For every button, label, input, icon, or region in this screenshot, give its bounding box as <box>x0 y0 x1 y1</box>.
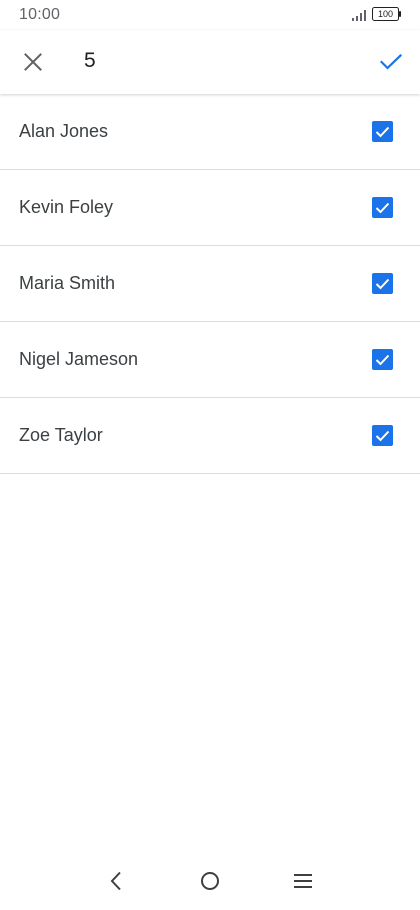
checkmark-icon <box>380 54 402 70</box>
checkbox[interactable] <box>372 197 393 218</box>
list-item[interactable]: Nigel Jameson <box>0 322 420 398</box>
home-icon <box>201 872 219 890</box>
close-button[interactable] <box>12 41 54 83</box>
check-icon <box>375 354 390 365</box>
contact-name: Alan Jones <box>19 121 109 141</box>
selected-count: 5 <box>84 49 96 72</box>
contact-name: Zoe Taylor <box>19 425 103 445</box>
contact-name: Maria Smith <box>19 273 116 293</box>
menu-button[interactable] <box>285 866 321 896</box>
menu-icon <box>294 874 312 888</box>
checkbox[interactable] <box>372 349 393 370</box>
contact-name: Kevin Foley <box>19 197 114 217</box>
contact-list: Alan Jones Kevin Foley Maria Smith Nigel… <box>0 94 420 474</box>
list-item[interactable]: Zoe Taylor <box>0 398 420 474</box>
back-button[interactable] <box>98 866 134 896</box>
status-bar: 10:00 100 <box>0 0 420 30</box>
back-icon <box>110 871 121 891</box>
list-item[interactable]: Maria Smith <box>0 246 420 322</box>
list-item[interactable]: Kevin Foley <box>0 170 420 246</box>
checkbox[interactable] <box>372 121 393 142</box>
check-icon <box>375 202 390 213</box>
signal-icon <box>352 10 366 21</box>
top-app-bar: 5 <box>0 30 420 94</box>
check-icon <box>375 126 390 137</box>
check-icon <box>375 430 390 441</box>
navigation-bar <box>0 856 420 910</box>
confirm-button[interactable] <box>369 41 413 83</box>
check-icon <box>375 278 390 289</box>
checkbox[interactable] <box>372 425 393 446</box>
contact-name: Nigel Jameson <box>19 349 139 369</box>
checkbox[interactable] <box>372 273 393 294</box>
home-button[interactable] <box>192 866 228 896</box>
battery-level: 100 <box>377 9 394 19</box>
status-time: 10:00 <box>19 6 61 23</box>
close-icon <box>24 53 42 71</box>
list-item[interactable]: Alan Jones <box>0 94 420 170</box>
